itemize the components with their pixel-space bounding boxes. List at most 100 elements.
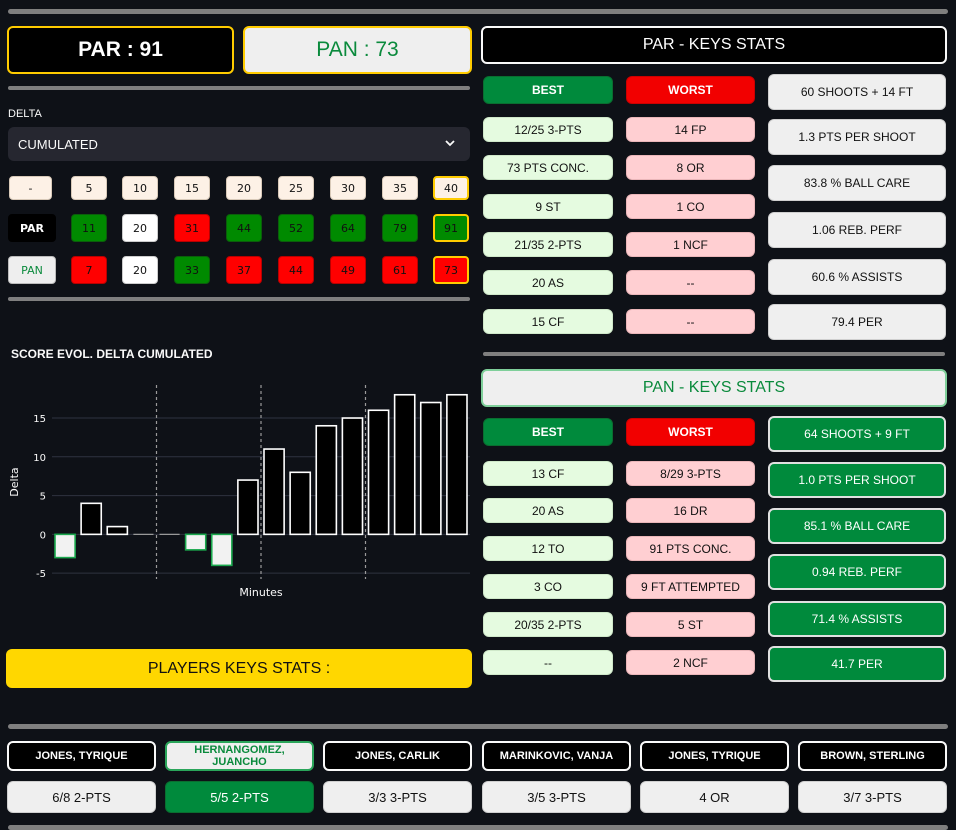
worst-stat-item[interactable]: 1 CO	[626, 194, 755, 219]
player-name-button[interactable]: MARINKOVIC, VANJA	[482, 741, 631, 771]
best-stat-item[interactable]: 12/25 3-PTS	[483, 117, 613, 142]
bar	[393, 393, 416, 536]
minute-cell: 20	[226, 176, 262, 200]
worst-stat-item[interactable]: 1 NCF	[626, 232, 755, 257]
minute-cell: 40	[433, 176, 469, 200]
bar	[80, 502, 103, 536]
delta-select[interactable]: CUMULATED	[8, 127, 470, 161]
y-tick-label: 5	[40, 492, 46, 503]
away-delta-cell: 33	[174, 256, 210, 284]
metric-button[interactable]: 1.0 PTS PER SHOOT	[768, 462, 946, 498]
metric-button[interactable]: 85.1 % BALL CARE	[768, 508, 946, 544]
bar	[106, 525, 129, 536]
bar	[419, 401, 442, 536]
metric-button[interactable]: 79.4 PER	[768, 304, 946, 340]
player-name-button[interactable]: JONES, CARLIK	[323, 741, 472, 771]
chart-title: SCORE EVOL. DELTA CUMULATED	[11, 347, 213, 361]
home-delta-cell: 91	[433, 214, 469, 242]
best-stat-item[interactable]: 21/35 2-PTS	[483, 232, 613, 257]
bottom-divider-2	[8, 825, 948, 830]
par-keys-stats-title[interactable]: PAR - KEYS STATS	[481, 26, 947, 64]
bar	[184, 533, 207, 551]
worst-stat-item[interactable]: --	[626, 270, 755, 295]
player-stat-button[interactable]: 3/7 3-PTS	[798, 781, 947, 813]
home-team-cell[interactable]: PAR	[8, 214, 56, 242]
home-delta-cell: 20	[122, 214, 158, 242]
away-delta-cell: 44	[278, 256, 314, 284]
player-name-button[interactable]: JONES, TYRIQUE	[7, 741, 156, 771]
best-stat-item[interactable]: 13 CF	[483, 461, 613, 486]
y-axis-label: Delta	[8, 467, 21, 496]
worst-stat-item[interactable]: 2 NCF	[626, 650, 755, 675]
bar	[54, 533, 76, 559]
minute-cell: 30	[330, 176, 366, 200]
best-stat-item[interactable]: 20 AS	[483, 498, 613, 523]
left-divider-2	[8, 297, 470, 301]
away-team-cell[interactable]: PAN	[8, 256, 56, 284]
bar	[210, 533, 233, 567]
player-stat-button[interactable]: 6/8 2-PTS	[7, 781, 156, 813]
best-stat-item[interactable]: 3 CO	[483, 574, 613, 599]
best-stat-item[interactable]: 20 AS	[483, 270, 613, 295]
worst-stat-item[interactable]: 14 FP	[626, 117, 755, 142]
away-delta-cell: 7	[71, 256, 107, 284]
away-delta-cell: 61	[382, 256, 418, 284]
best-stat-item[interactable]: 15 CF	[483, 309, 613, 334]
y-tick-label: 0	[40, 530, 46, 541]
minute-cell: 15	[174, 176, 210, 200]
best-stat-item[interactable]: 20/35 2-PTS	[483, 612, 613, 637]
minute-cell: 10	[122, 176, 158, 200]
metric-button[interactable]: 60.6 % ASSISTS	[768, 259, 946, 295]
worst-stat-item[interactable]: 91 PTS CONC.	[626, 536, 755, 561]
par_panel-best-header[interactable]: BEST	[483, 76, 613, 104]
minute-cell: 35	[382, 176, 418, 200]
worst-stat-item[interactable]: 9 FT ATTEMPTED	[626, 574, 755, 599]
worst-stat-item[interactable]: 8/29 3-PTS	[626, 461, 755, 486]
bar	[289, 471, 312, 536]
best-stat-item[interactable]: 73 PTS CONC.	[483, 155, 613, 180]
minute-cell: 25	[278, 176, 314, 200]
metric-button[interactable]: 71.4 % ASSISTS	[768, 601, 946, 637]
metric-button[interactable]: 41.7 PER	[768, 646, 946, 682]
best-stat-item[interactable]: --	[483, 650, 613, 675]
worst-stat-item[interactable]: 5 ST	[626, 612, 755, 637]
player-stat-button[interactable]: 3/5 3-PTS	[482, 781, 631, 813]
players-keys-stats-button[interactable]: PLAYERS KEYS STATS :	[6, 649, 472, 688]
worst-stat-item[interactable]: 16 DR	[626, 498, 755, 523]
minute-cell: -	[9, 176, 52, 200]
left-divider-1	[8, 86, 470, 90]
bar	[315, 424, 338, 536]
pan_panel-worst-header[interactable]: WORST	[626, 418, 755, 446]
best-stat-item[interactable]: 12 TO	[483, 536, 613, 561]
away-delta-cell: 73	[433, 256, 469, 284]
metric-button[interactable]: 0.94 REB. PERF	[768, 554, 946, 590]
player-stat-button[interactable]: 5/5 2-PTS	[165, 781, 314, 813]
pan_panel-best-header[interactable]: BEST	[483, 418, 613, 446]
worst-stat-item[interactable]: 8 OR	[626, 155, 755, 180]
home-score-button[interactable]: PAR : 91	[7, 26, 234, 74]
metric-button[interactable]: 83.8 % BALL CARE	[768, 165, 946, 201]
top-divider	[8, 9, 948, 14]
away-score-button[interactable]: PAN : 73	[243, 26, 472, 74]
bar	[263, 448, 285, 536]
metric-button[interactable]: 64 SHOOTS + 9 FT	[768, 416, 946, 452]
player-name-button[interactable]: JONES, TYRIQUE	[640, 741, 789, 771]
best-stat-item[interactable]: 9 ST	[483, 194, 613, 219]
minute-cell: 5	[71, 176, 107, 200]
player-stat-button[interactable]: 4 OR	[640, 781, 789, 813]
away-delta-cell: 20	[122, 256, 158, 284]
delta-chart: -5 0 5 10 15 Minutes Delta	[8, 385, 470, 599]
metric-button[interactable]: 1.06 REB. PERF	[768, 212, 946, 248]
player-stat-button[interactable]: 3/3 3-PTS	[323, 781, 472, 813]
worst-stat-item[interactable]: --	[626, 309, 755, 334]
bottom-divider-1	[8, 724, 948, 729]
x-axis-label: Minutes	[239, 586, 283, 599]
par_panel-worst-header[interactable]: WORST	[626, 76, 755, 104]
home-delta-cell: 79	[382, 214, 418, 242]
player-name-button[interactable]: BROWN, STERLING	[798, 741, 947, 771]
metric-button[interactable]: 1.3 PTS PER SHOOT	[768, 119, 946, 155]
metric-button[interactable]: 60 SHOOTS + 14 FT	[768, 74, 946, 110]
player-name-button[interactable]: HERNANGOMEZ, JUANCHO	[165, 741, 314, 771]
pan-keys-stats-title[interactable]: PAN - KEYS STATS	[481, 369, 947, 407]
players-header-label: PLAYERS KEYS STATS :	[147, 659, 331, 677]
